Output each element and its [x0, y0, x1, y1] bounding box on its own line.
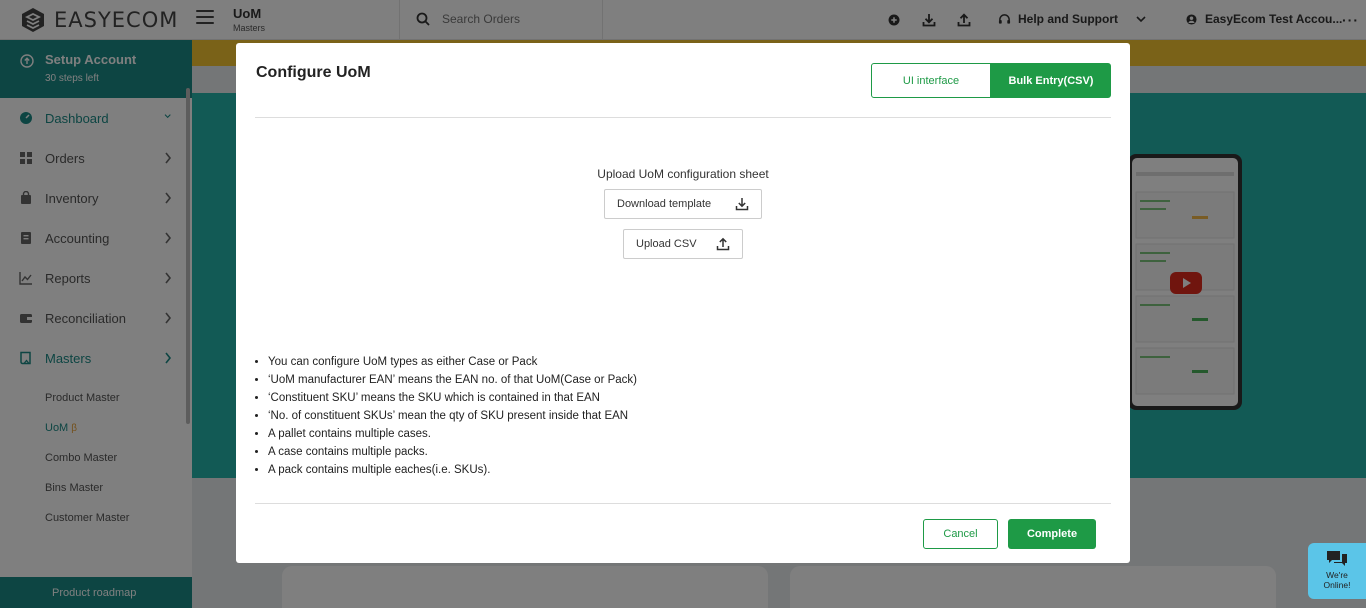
chat-widget[interactable]: We're Online! [1308, 543, 1366, 599]
list-item: ‘UoM manufacturer EAN’ means the EAN no.… [268, 371, 637, 389]
list-item: A pallet contains multiple cases. [268, 425, 637, 443]
mode-toggle: UI interface Bulk Entry(CSV) [871, 63, 1111, 98]
divider [255, 117, 1111, 118]
chat-line-1: We're [1326, 570, 1348, 580]
uom-notes-list: You can configure UoM types as either Ca… [268, 353, 637, 479]
divider [255, 503, 1111, 504]
download-icon [735, 198, 749, 211]
chat-bubbles-icon [1327, 551, 1347, 566]
upload-title: Upload UoM configuration sheet [597, 167, 769, 181]
chat-status: We're Online! [1324, 570, 1351, 590]
chat-line-2: Online! [1323, 580, 1351, 590]
configure-uom-modal: Configure UoM UI interface Bulk Entry(CS… [236, 43, 1130, 563]
upload-icon [716, 237, 730, 251]
download-template-label: Download template [617, 198, 712, 210]
upload-csv-button[interactable]: Upload CSV [623, 229, 743, 259]
modal-title: Configure UoM [256, 64, 371, 81]
list-item: ‘Constituent SKU’ means the SKU which is… [268, 389, 637, 407]
list-item: A case contains multiple packs. [268, 443, 637, 461]
tab-ui-interface[interactable]: UI interface [871, 63, 991, 98]
cancel-button[interactable]: Cancel [923, 519, 998, 549]
download-template-button[interactable]: Download template [604, 189, 762, 219]
upload-csv-label: Upload CSV [636, 238, 697, 250]
list-item: A pack contains multiple eaches(i.e. SKU… [268, 461, 637, 479]
complete-button[interactable]: Complete [1008, 519, 1096, 549]
list-item: You can configure UoM types as either Ca… [268, 353, 637, 371]
list-item: ‘No. of constituent SKUs’ mean the qty o… [268, 407, 637, 425]
tab-bulk-entry[interactable]: Bulk Entry(CSV) [991, 63, 1111, 98]
